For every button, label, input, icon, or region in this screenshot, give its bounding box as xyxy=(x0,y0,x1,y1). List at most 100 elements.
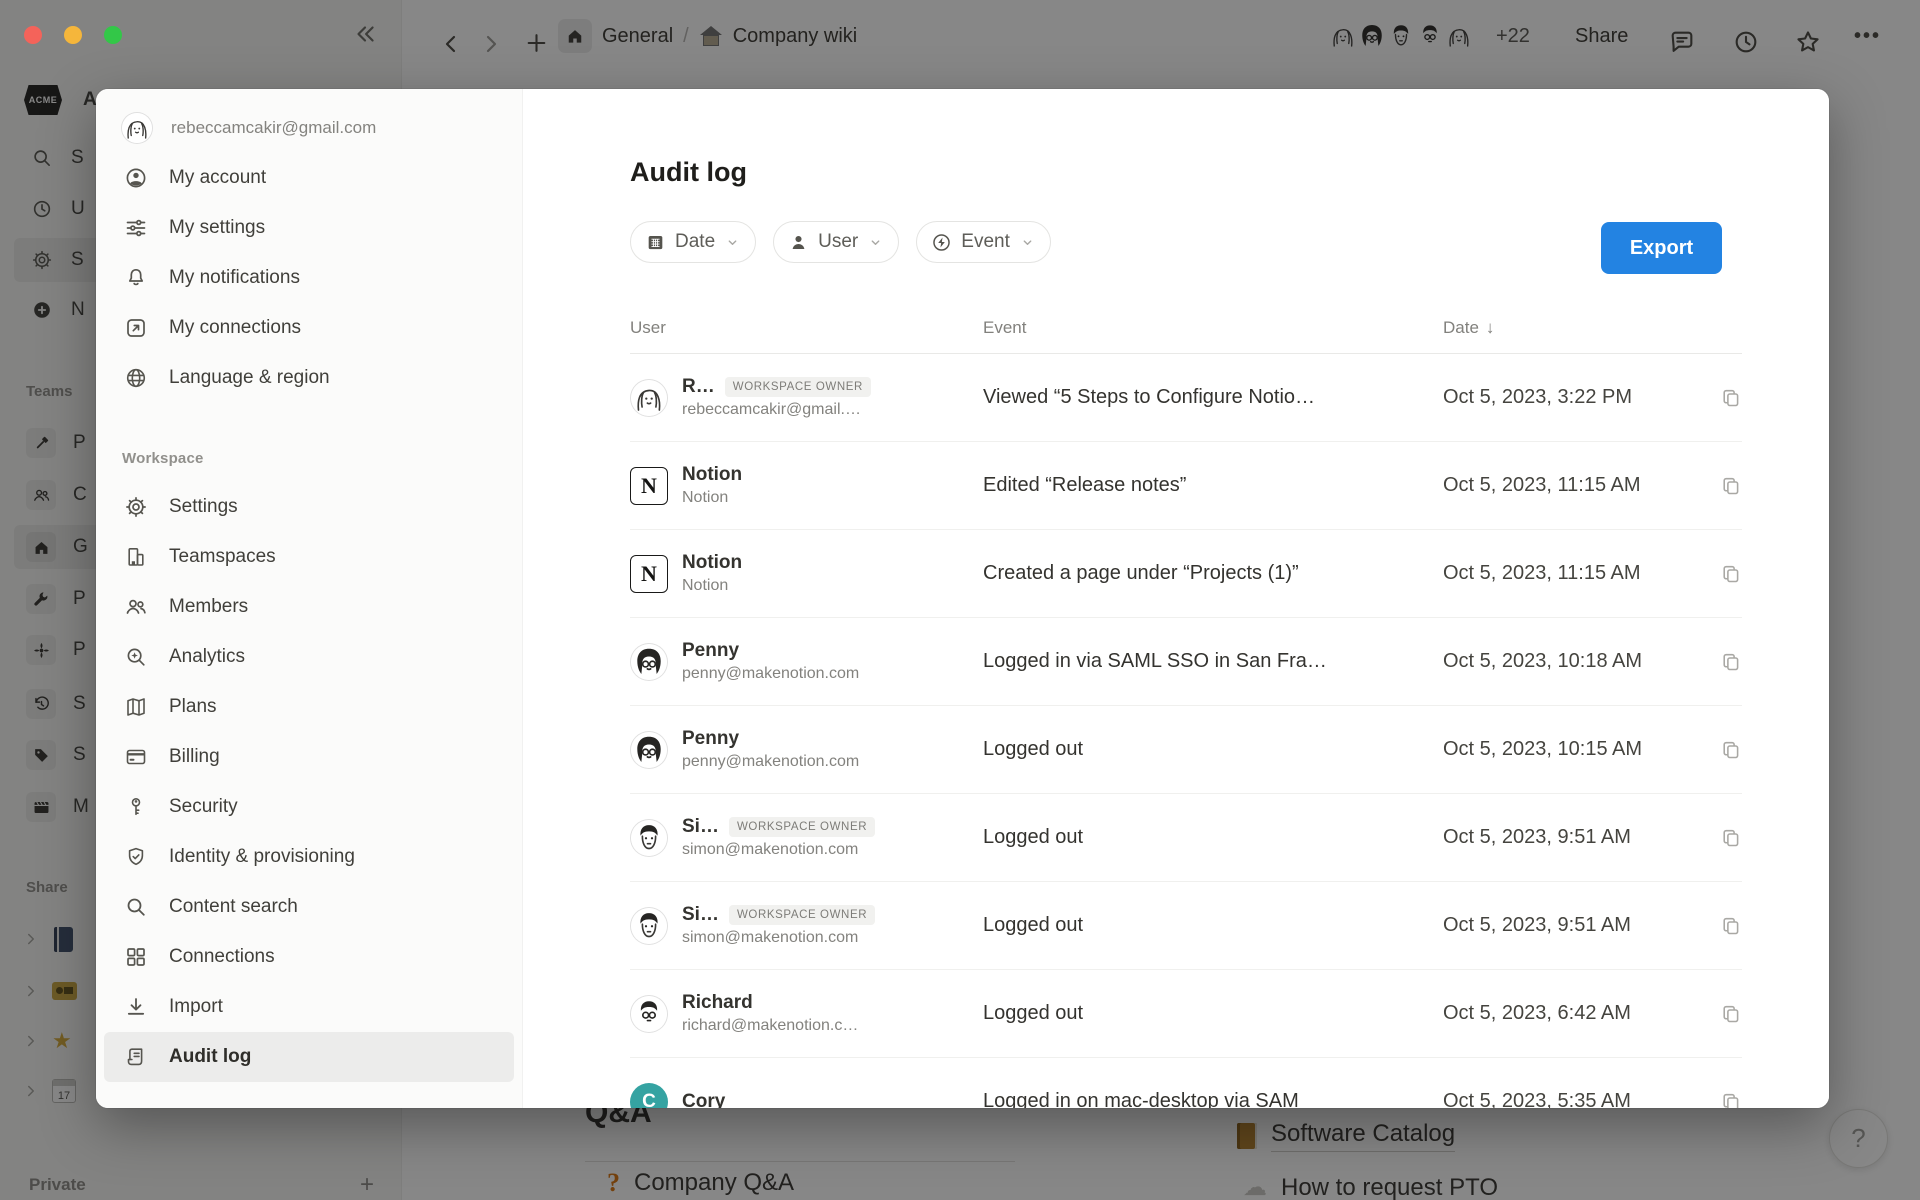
notion-logo-avatar: N xyxy=(630,555,668,593)
account-row: rebeccamcakir@gmail.com xyxy=(121,111,522,145)
sidebar-item-my-connections[interactable]: My connections xyxy=(104,303,514,353)
copy-icon[interactable] xyxy=(1720,739,1742,761)
copy-icon[interactable] xyxy=(1720,827,1742,849)
avatar xyxy=(630,379,668,417)
event-description: Edited “Release notes” xyxy=(983,474,1443,497)
sidebar-item-import[interactable]: Import xyxy=(104,982,514,1032)
event-date: Oct 5, 2023, 5:35 AM xyxy=(1443,1090,1631,1108)
globe-icon xyxy=(124,366,148,390)
workspace-section-header: Workspace xyxy=(122,450,522,467)
sidebar-item-content-search[interactable]: Content search xyxy=(104,882,514,932)
user-name: Notion xyxy=(682,550,742,575)
sidebar-item-security[interactable]: Security xyxy=(104,782,514,832)
letter-avatar: C xyxy=(630,1083,668,1109)
table-row[interactable]: C Cory Logged in on mac-desktop via SAM … xyxy=(630,1058,1742,1108)
table-row[interactable]: R… WORKSPACE OWNER rebeccamcakir@gmail.…… xyxy=(630,354,1742,442)
table-row[interactable]: Richard richard@makenotion.c… Logged out… xyxy=(630,970,1742,1058)
event-date: Oct 5, 2023, 9:51 AM xyxy=(1443,826,1631,849)
table-row[interactable]: N Notion Notion Created a page under “Pr… xyxy=(630,530,1742,618)
chevron-down-icon xyxy=(724,234,741,251)
sidebar-item-my-notifications[interactable]: My notifications xyxy=(104,253,514,303)
filter-bar: Date User Event xyxy=(630,221,1051,263)
event-date: Oct 5, 2023, 11:15 AM xyxy=(1443,474,1641,497)
column-header-date[interactable]: Date ↓ xyxy=(1443,318,1742,338)
sidebar-item-billing[interactable]: Billing xyxy=(104,732,514,782)
export-button[interactable]: Export xyxy=(1601,222,1722,274)
table-row[interactable]: N Notion Notion Edited “Release notes” O… xyxy=(630,442,1742,530)
table-row[interactable]: Si… WORKSPACE OWNER simon@makenotion.com… xyxy=(630,794,1742,882)
sidebar-item-teamspaces[interactable]: Teamspaces xyxy=(104,532,514,582)
avatar xyxy=(630,643,668,681)
user-name: R… xyxy=(682,374,715,399)
sidebar-item-plans[interactable]: Plans xyxy=(104,682,514,732)
event-date: Oct 5, 2023, 11:15 AM xyxy=(1443,562,1641,585)
chevron-down-icon xyxy=(1019,234,1036,251)
sidebar-item-settings[interactable]: Settings xyxy=(104,482,514,532)
event-date: Oct 5, 2023, 10:15 AM xyxy=(1443,738,1642,761)
user-email: penny@makenotion.com xyxy=(682,663,859,685)
user-email: rebeccamcakir@gmail.… xyxy=(682,399,871,421)
minimize-window-button[interactable] xyxy=(64,26,82,44)
date-filter-chip[interactable]: Date xyxy=(630,221,756,263)
event-description: Viewed “5 Steps to Configure Notio… xyxy=(983,386,1443,409)
event-description: Logged out xyxy=(983,826,1443,849)
column-header-event[interactable]: Event xyxy=(983,318,1443,338)
user-filter-chip[interactable]: User xyxy=(773,221,899,263)
table-row[interactable]: Penny penny@makenotion.com Logged out Oc… xyxy=(630,706,1742,794)
copy-icon[interactable] xyxy=(1720,563,1742,585)
sidebar-item-members[interactable]: Members xyxy=(104,582,514,632)
table-header: User Event Date ↓ xyxy=(630,303,1742,354)
sidebar-item-connections[interactable]: Connections xyxy=(104,932,514,982)
sidebar-item-audit-log[interactable]: Audit log xyxy=(104,1032,514,1082)
account-email: rebeccamcakir@gmail.com xyxy=(171,118,376,138)
building-icon xyxy=(124,545,148,569)
user-name: Penny xyxy=(682,726,739,751)
user-name: Penny xyxy=(682,638,739,663)
event-date: Oct 5, 2023, 9:51 AM xyxy=(1443,914,1631,937)
avatar xyxy=(630,819,668,857)
sliders-icon xyxy=(124,216,148,240)
settings-sidebar: rebeccamcakir@gmail.com My account My se… xyxy=(96,89,523,1108)
sort-descending-icon: ↓ xyxy=(1486,318,1495,338)
window-controls xyxy=(24,26,122,44)
people-icon xyxy=(124,595,148,619)
page-title: Audit log xyxy=(630,157,747,188)
copy-icon[interactable] xyxy=(1720,1091,1742,1109)
column-header-user[interactable]: User xyxy=(630,318,983,338)
close-window-button[interactable] xyxy=(24,26,42,44)
arrow-up-right-square-icon xyxy=(124,316,148,340)
user-email: penny@makenotion.com xyxy=(682,751,859,773)
avatar xyxy=(630,907,668,945)
sidebar-item-my-settings[interactable]: My settings xyxy=(104,203,514,253)
sidebar-item-my-account[interactable]: My account xyxy=(104,153,514,203)
workspace-owner-badge: WORKSPACE OWNER xyxy=(729,905,875,925)
sidebar-item-language-region[interactable]: Language & region xyxy=(104,353,514,403)
copy-icon[interactable] xyxy=(1720,1003,1742,1025)
user-email: richard@makenotion.c… xyxy=(682,1015,858,1037)
settings-modal: rebeccamcakir@gmail.com My account My se… xyxy=(96,89,1829,1108)
copy-icon[interactable] xyxy=(1720,651,1742,673)
user-name: Si… xyxy=(682,814,719,839)
copy-icon[interactable] xyxy=(1720,915,1742,937)
event-description: Logged in via SAML SSO in San Fra… xyxy=(983,650,1443,673)
event-description: Logged in on mac-desktop via SAM xyxy=(983,1090,1443,1108)
copy-icon[interactable] xyxy=(1720,387,1742,409)
grid-icon xyxy=(124,945,148,969)
table-row[interactable]: Penny penny@makenotion.com Logged in via… xyxy=(630,618,1742,706)
notion-logo-avatar: N xyxy=(630,467,668,505)
user-email: simon@makenotion.com xyxy=(682,927,875,949)
user-name: Cory xyxy=(682,1089,725,1108)
table-row[interactable]: Si… WORKSPACE OWNER simon@makenotion.com… xyxy=(630,882,1742,970)
audit-log-panel: Audit log Date User Event Ex xyxy=(523,89,1829,1108)
sidebar-item-analytics[interactable]: Analytics xyxy=(104,632,514,682)
event-description: Logged out xyxy=(983,914,1443,937)
sidebar-item-identity-provisioning[interactable]: Identity & provisioning xyxy=(104,832,514,882)
copy-icon[interactable] xyxy=(1720,475,1742,497)
key-icon xyxy=(124,795,148,819)
event-date: Oct 5, 2023, 10:18 AM xyxy=(1443,650,1642,673)
avatar xyxy=(630,731,668,769)
event-filter-chip[interactable]: Event xyxy=(916,221,1051,263)
notion-app-window: ACME A S U S N Teams P C G xyxy=(0,0,1920,1200)
account-avatar xyxy=(121,112,153,144)
zoom-window-button[interactable] xyxy=(104,26,122,44)
